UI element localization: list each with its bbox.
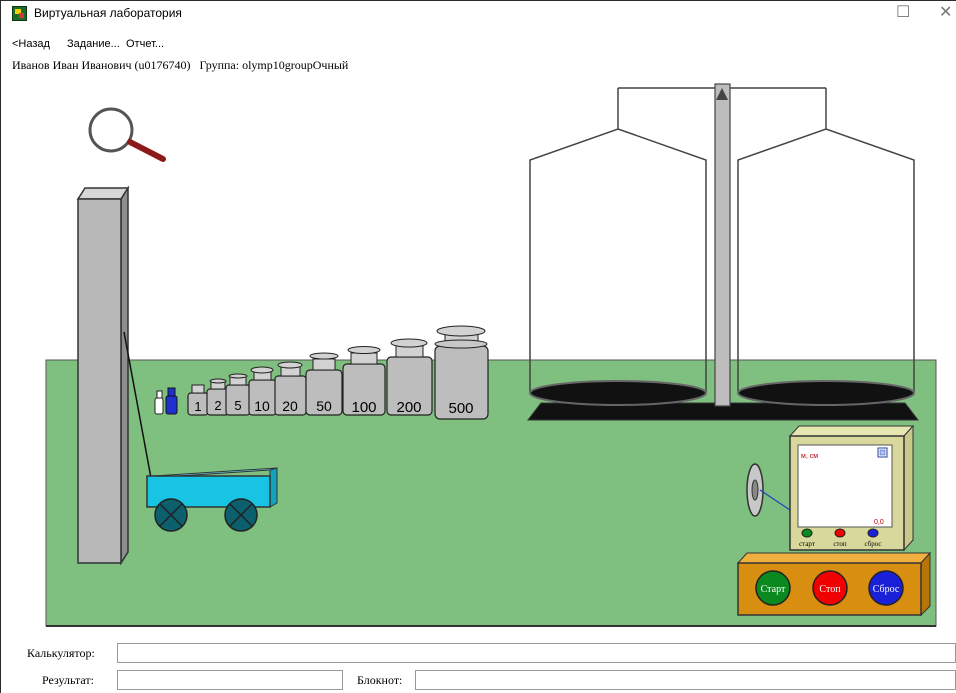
maximize-icon[interactable]: ☐ [896, 3, 910, 23]
timer-scale-label: м, см [801, 453, 818, 460]
calculator-label: Калькулятор: [27, 646, 95, 660]
user-group: Группа: olymp10groupОчный [199, 58, 349, 72]
user-info: Иванов Иван Иванович (u0176740) Группа: … [12, 58, 354, 73]
reset-button-label: Сброс [873, 584, 900, 595]
result-label: Результат: [42, 673, 94, 687]
menu-back[interactable]: <Назад [12, 38, 50, 50]
weight-50-label: 50 [316, 398, 332, 414]
weight-5-label: 5 [234, 398, 241, 413]
stop-button-label: Стоп [819, 584, 841, 595]
close-icon[interactable]: ✕ [939, 3, 952, 23]
start-button-label: Старт [761, 584, 786, 595]
weight-20-label: 20 [282, 398, 298, 414]
start-indicator [801, 528, 813, 538]
user-name: Иванов Иван Иванович (u0176740) [12, 58, 191, 72]
reset-button[interactable]: Сброс [868, 570, 904, 606]
title-bar: Виртуальная лаборатория ☐ ✕ [0, 0, 956, 26]
reset-indicator-label: сброс [864, 540, 881, 548]
small-weight-blue[interactable] [165, 387, 178, 415]
timer-device: м, см 0,0 старт стоп сброс [788, 424, 915, 552]
weight-200-label: 200 [396, 399, 421, 416]
app-icon [12, 6, 27, 21]
window-title: Виртуальная лаборатория [34, 6, 182, 20]
result-input[interactable] [117, 670, 343, 690]
start-indicator-label: старт [799, 540, 815, 548]
calculator-input[interactable] [117, 643, 956, 663]
control-panel: Старт Стоп Сброс [736, 551, 932, 617]
weight-2-label: 2 [214, 398, 221, 413]
start-button[interactable]: Старт [755, 570, 791, 606]
stop-indicator-label: стоп [833, 540, 847, 548]
weight-1-label: 1 [194, 399, 201, 414]
stop-button[interactable]: Стоп [812, 570, 848, 606]
weight-10-label: 10 [254, 398, 270, 414]
stop-indicator [834, 528, 846, 538]
notebook-label: Блокнот: [357, 673, 403, 687]
reset-indicator [867, 528, 879, 538]
weight-500-label: 500 [448, 400, 473, 417]
wall [46, 84, 936, 360]
weight-100-label: 100 [351, 399, 376, 416]
weight-5[interactable]: 5 [225, 373, 251, 416]
support-post [76, 185, 130, 566]
menu-report[interactable]: Отчет... [126, 38, 164, 50]
menu-task[interactable]: Задание... [67, 38, 120, 50]
notebook-input[interactable] [415, 670, 956, 690]
timer-value-label: 0,0 [874, 519, 884, 526]
lab-scene: 1 2 5 10 20 50 100 200 500 м, см 0,0 ста… [45, 83, 937, 627]
